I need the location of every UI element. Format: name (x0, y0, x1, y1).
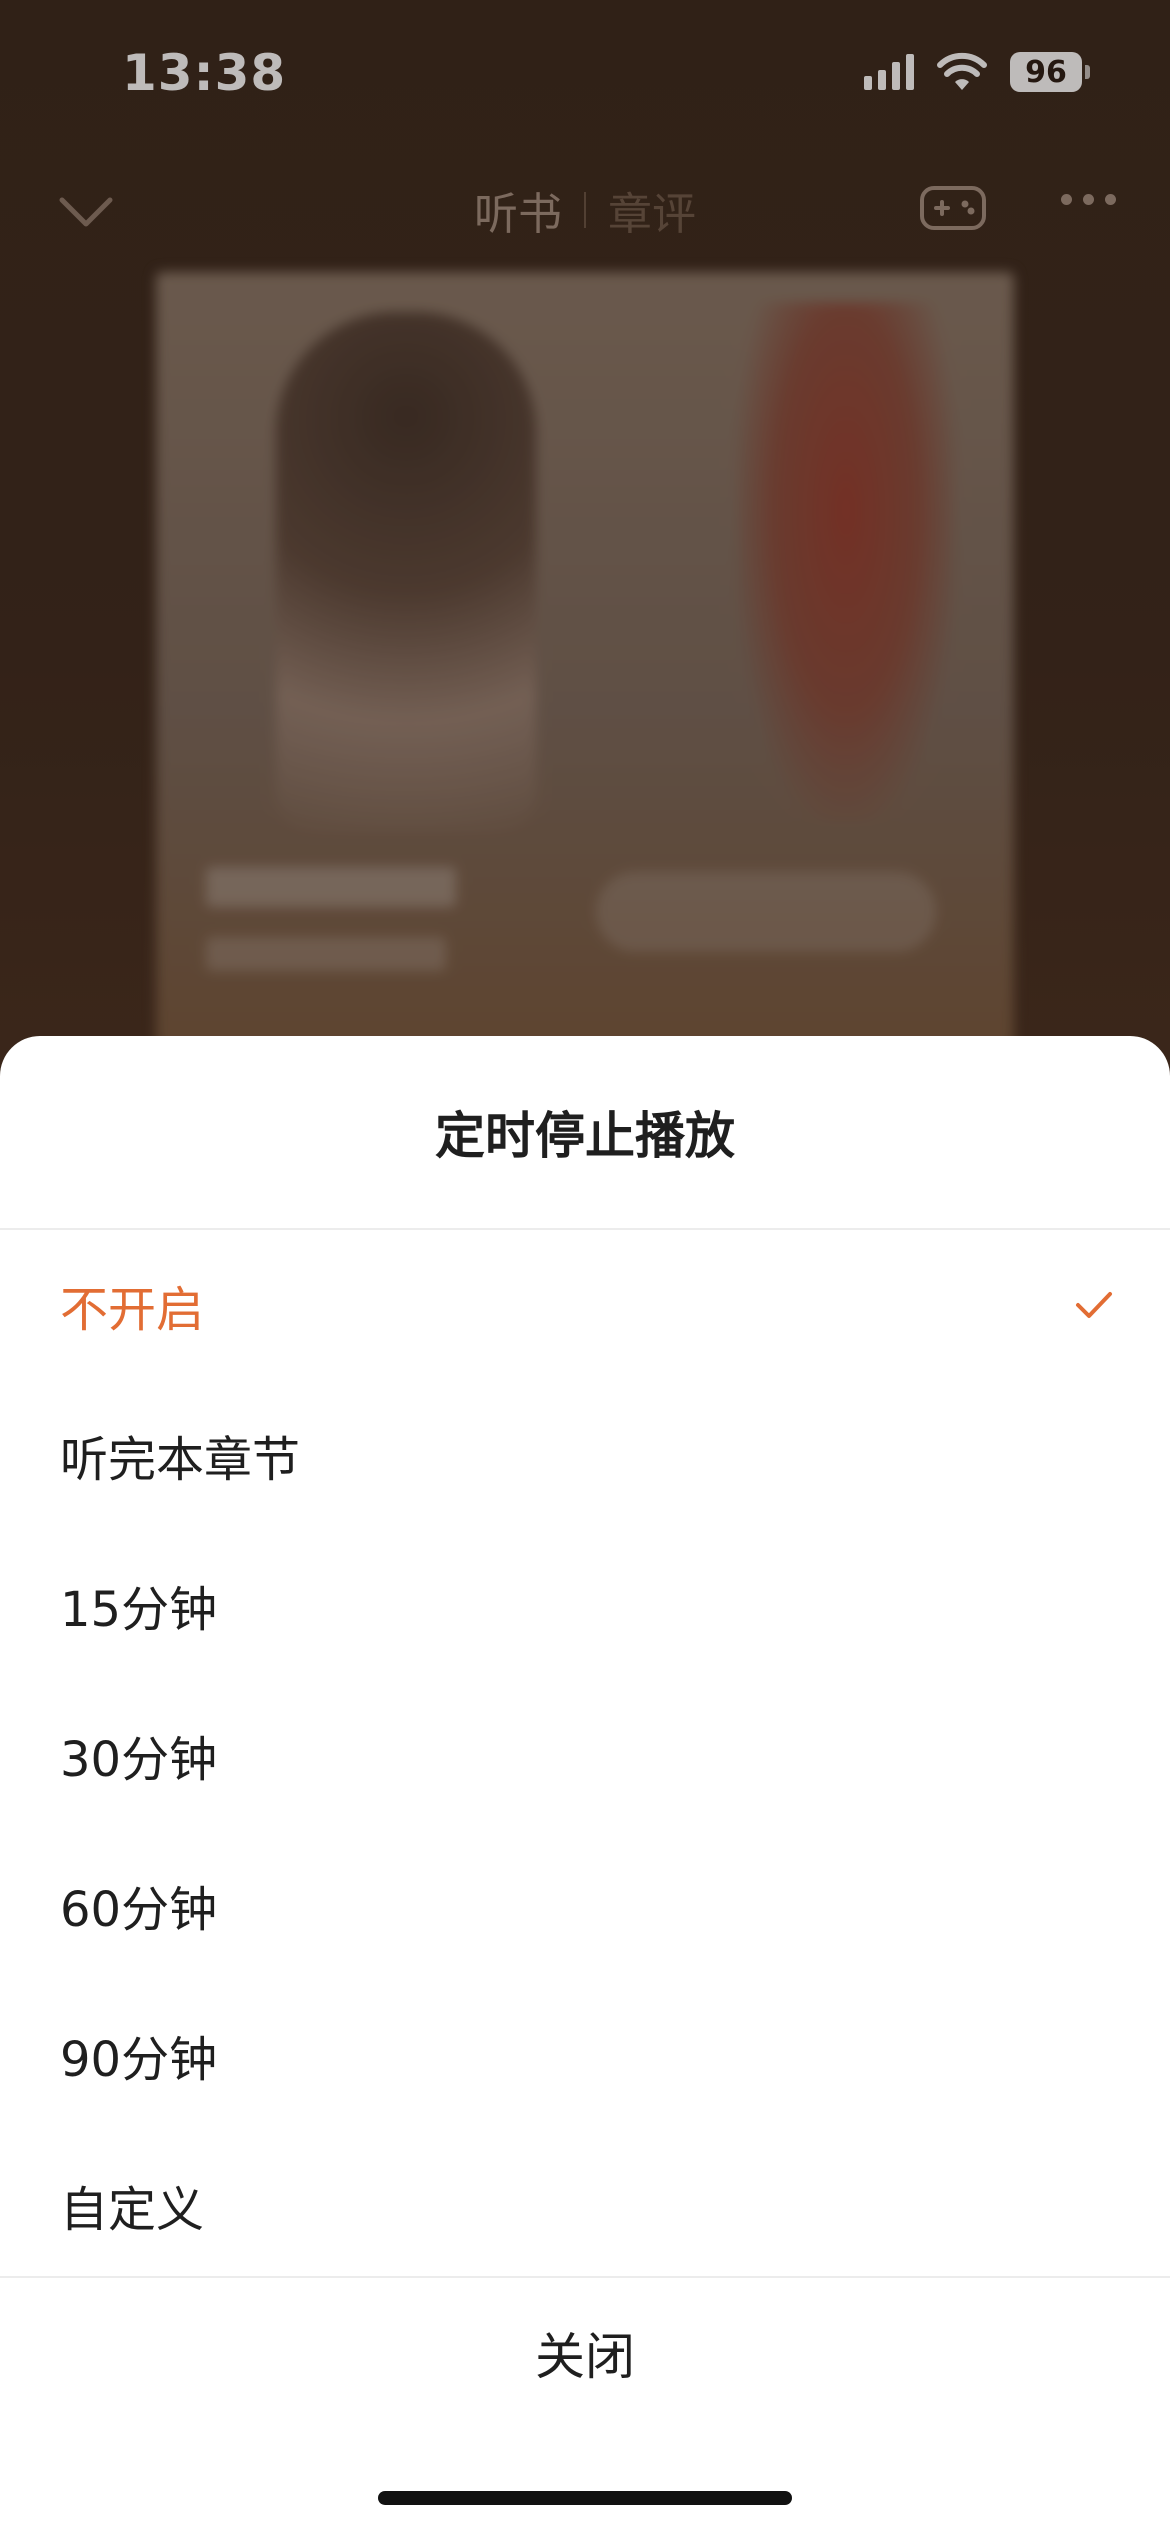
option-label: 30分钟 (60, 1732, 218, 1788)
option-custom[interactable]: 自定义 (0, 2130, 1170, 2280)
player-background: 13:38 96 听书 章评 (0, 0, 1170, 1100)
option-60-minutes[interactable]: 60分钟 (0, 1830, 1170, 1980)
option-label: 自定义 (60, 2182, 205, 2238)
home-indicator[interactable] (378, 2491, 792, 2505)
dim-overlay[interactable] (0, 0, 1170, 1100)
screen: 13:38 96 听书 章评 定时停止播放 不开启 听完本章节 15分钟 30分… (0, 0, 1170, 2532)
timer-options: 不开启 听完本章节 15分钟 30分钟 60分钟 90分钟 自定义 (0, 1230, 1170, 2280)
option-label: 听完本章节 (60, 1432, 301, 1488)
option-finish-chapter[interactable]: 听完本章节 (0, 1380, 1170, 1530)
close-button[interactable]: 关闭 (0, 2278, 1170, 2428)
checkmark-icon (1076, 1292, 1112, 1318)
sleep-timer-sheet: 定时停止播放 不开启 听完本章节 15分钟 30分钟 60分钟 90分钟 自定义… (0, 1036, 1170, 2532)
option-30-minutes[interactable]: 30分钟 (0, 1680, 1170, 1830)
option-label: 60分钟 (60, 1882, 218, 1938)
option-label: 90分钟 (60, 2032, 218, 2088)
option-label: 不开启 (60, 1282, 205, 1338)
option-15-minutes[interactable]: 15分钟 (0, 1530, 1170, 1680)
option-off[interactable]: 不开启 (0, 1230, 1170, 1380)
sheet-title: 定时停止播放 (435, 1107, 735, 1165)
option-label: 15分钟 (60, 1582, 218, 1638)
option-90-minutes[interactable]: 90分钟 (0, 1980, 1170, 2130)
